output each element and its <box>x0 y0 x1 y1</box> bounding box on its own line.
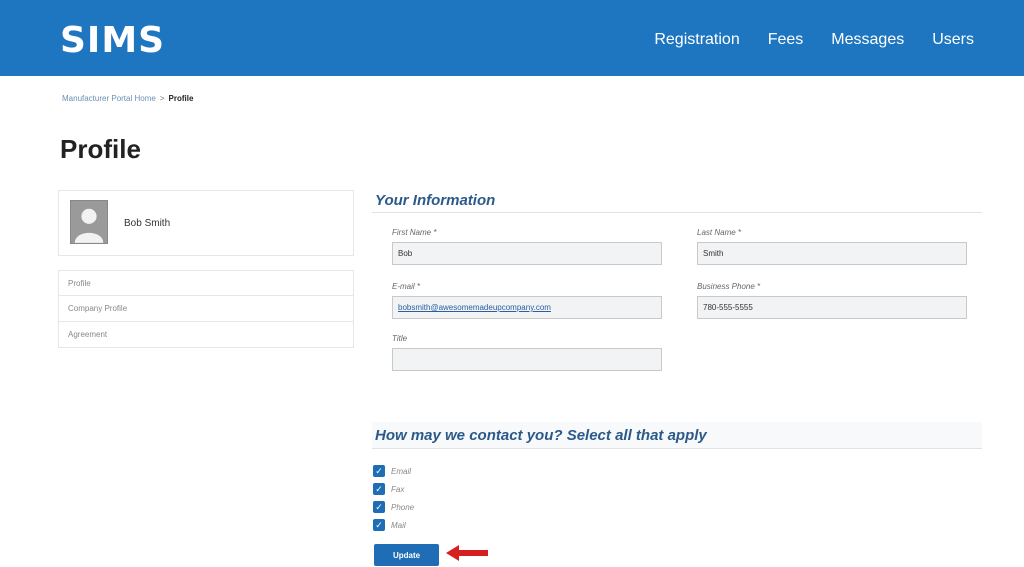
nav-fees[interactable]: Fees <box>768 31 804 49</box>
side-menu-profile[interactable]: Profile <box>58 270 354 296</box>
business-phone-field: Business Phone * <box>697 282 967 319</box>
business-phone-input[interactable] <box>697 296 967 319</box>
user-silhouette-icon <box>70 200 108 244</box>
title-label: Title <box>392 334 408 343</box>
last-name-field: Last Name * <box>697 228 967 265</box>
section-divider <box>372 212 982 213</box>
user-card: Bob Smith <box>58 190 354 256</box>
checkbox-fax-label: Fax <box>391 484 405 494</box>
breadcrumb-current: Profile <box>168 94 194 103</box>
page-title: Profile <box>60 134 141 164</box>
contact-preferences-heading: How may we contact you? Select all that … <box>375 427 707 444</box>
side-menu-company-profile[interactable]: Company Profile <box>58 296 354 322</box>
breadcrumb-separator: > <box>159 94 165 103</box>
checkbox-email-label: Email <box>391 466 412 476</box>
contact-option-fax[interactable]: ✓ Fax <box>373 480 414 498</box>
update-button[interactable]: Update <box>374 544 439 566</box>
checkbox-phone[interactable]: ✓ <box>373 501 385 513</box>
nav-messages[interactable]: Messages <box>831 31 904 49</box>
nav-users[interactable]: Users <box>932 31 974 49</box>
email-label: E-mail * <box>392 282 421 291</box>
your-information-heading: Your Information <box>375 192 496 209</box>
checkbox-fax[interactable]: ✓ <box>373 483 385 495</box>
side-menu-agreement[interactable]: Agreement <box>58 322 354 348</box>
breadcrumb-home[interactable]: Manufacturer Portal Home <box>62 94 156 103</box>
breadcrumb: Manufacturer Portal Home > Profile <box>62 94 193 103</box>
checkbox-phone-label: Phone <box>391 502 415 512</box>
last-name-label: Last Name * <box>697 228 742 237</box>
contact-option-phone[interactable]: ✓ Phone <box>373 498 414 516</box>
side-menu: Profile Company Profile Agreement <box>58 270 354 348</box>
first-name-field: First Name * <box>392 228 662 265</box>
last-name-input[interactable] <box>697 242 967 265</box>
first-name-input[interactable] <box>392 242 662 265</box>
checkbox-mail[interactable]: ✓ <box>373 519 385 531</box>
red-arrow-icon <box>446 545 488 561</box>
nav-registration[interactable]: Registration <box>654 31 739 49</box>
sims-logo[interactable]: SIMS <box>60 20 165 61</box>
checkbox-mail-label: Mail <box>391 520 406 530</box>
contact-options: ✓ Email ✓ Fax ✓ Phone ✓ Mail <box>373 462 414 534</box>
title-field: Title <box>392 334 662 371</box>
email-field: E-mail * <box>392 282 662 319</box>
contact-option-mail[interactable]: ✓ Mail <box>373 516 414 534</box>
contact-option-email[interactable]: ✓ Email <box>373 462 414 480</box>
section-divider <box>372 448 982 449</box>
first-name-label: First Name * <box>392 228 437 237</box>
checkbox-email[interactable]: ✓ <box>373 465 385 477</box>
title-input[interactable] <box>392 348 662 371</box>
top-nav: Registration Fees Messages Users <box>654 31 974 49</box>
email-input[interactable] <box>392 296 662 319</box>
top-header: SIMS Registration Fees Messages Users <box>0 0 1024 76</box>
user-name: Bob Smith <box>124 218 171 229</box>
business-phone-label: Business Phone * <box>697 282 761 291</box>
